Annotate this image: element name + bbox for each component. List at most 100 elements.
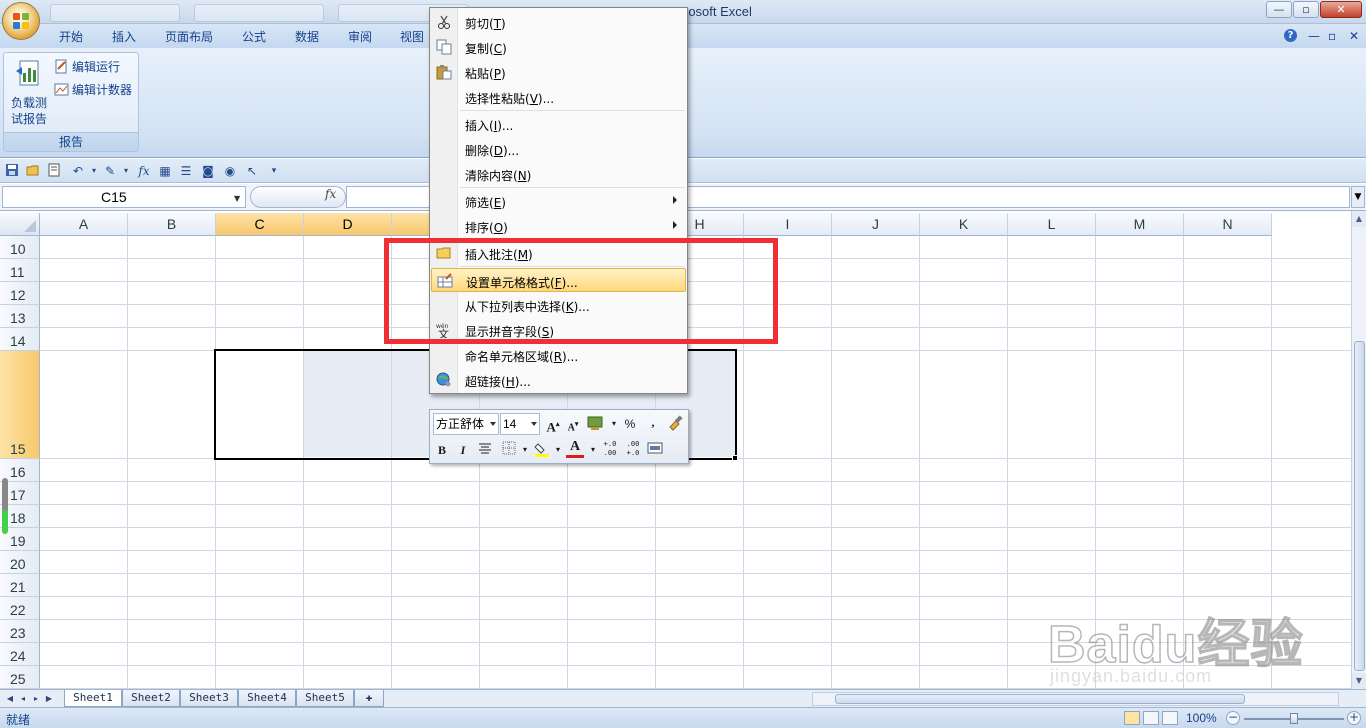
menu-item-paste-special[interactable]: 选择性粘贴(V)... <box>431 85 686 109</box>
sheet-tab-4[interactable]: Sheet4 <box>238 690 296 707</box>
row-header-12[interactable]: 12 <box>0 282 40 305</box>
menu-item-define-name[interactable]: 命名单元格区域(R)... <box>431 343 686 367</box>
column-header-b[interactable]: B <box>128 213 216 236</box>
column-header-a[interactable]: A <box>40 213 128 236</box>
column-header-j[interactable]: J <box>832 213 920 236</box>
menu-item-sort[interactable]: 排序(O) <box>431 214 686 238</box>
scroll-up-icon[interactable]: ▲ <box>1352 211 1366 227</box>
ribbon-minimize-button[interactable]: — <box>1308 29 1320 43</box>
insert-function-button[interactable]: fx <box>325 187 336 201</box>
sheet-tab-5[interactable]: Sheet5 <box>296 690 354 707</box>
camera-icon[interactable]: ◙ <box>200 163 216 179</box>
first-sheet-icon[interactable]: ◀ <box>4 692 16 705</box>
worksheet-grid[interactable] <box>40 236 1351 689</box>
horizontal-scrollbar[interactable] <box>812 692 1339 706</box>
menu-item-show-pinyin[interactable]: wén 文 显示拼音字段(S) <box>431 318 686 342</box>
font-name-select[interactable]: 方正舒体 <box>433 413 499 435</box>
column-header-m[interactable]: M <box>1096 213 1184 236</box>
tab-view[interactable]: 视图 <box>400 28 424 45</box>
center-align-icon[interactable] <box>476 441 494 459</box>
vertical-scroll-thumb[interactable] <box>1354 341 1365 671</box>
edit-run-button[interactable]: 编辑运行 <box>54 56 120 76</box>
decrease-decimal-button[interactable]: .00 +.0 <box>623 440 643 458</box>
menu-item-clear-contents[interactable]: 清除内容(N) <box>431 162 686 186</box>
minimize-button[interactable]: — <box>1266 1 1292 18</box>
undo-dropdown-icon[interactable]: ▾ <box>86 163 102 179</box>
expand-formula-bar-icon[interactable]: ▼ <box>1351 186 1365 208</box>
pointer-icon[interactable]: ↖ <box>244 163 260 179</box>
row-header-15[interactable]: 15 <box>0 351 40 459</box>
save-icon[interactable] <box>4 163 20 179</box>
normal-view-icon[interactable] <box>1124 711 1140 725</box>
percent-style-button[interactable]: % <box>621 415 639 433</box>
page-layout-view-icon[interactable] <box>1143 711 1159 725</box>
insert-sheet-icon[interactable]: ✚ <box>354 690 384 707</box>
sheet-tab-3[interactable]: Sheet3 <box>180 690 238 707</box>
last-sheet-icon[interactable]: ▶ <box>43 692 55 705</box>
menu-item-insert[interactable]: 插入(I)... <box>431 112 686 136</box>
customize-qat-icon[interactable]: ▾ <box>266 163 282 179</box>
column-header-d[interactable]: D <box>304 213 392 236</box>
load-test-report-button[interactable]: 负载测 试报告 <box>7 57 51 129</box>
menu-item-pick-from-list[interactable]: 从下拉列表中选择(K)... <box>431 293 686 317</box>
globe-icon[interactable]: ◉ <box>222 163 238 179</box>
sheet-tab-2[interactable]: Sheet2 <box>122 690 180 707</box>
accounting-format-icon[interactable] <box>587 415 605 433</box>
format-painter-icon[interactable] <box>666 415 684 433</box>
menu-item-cut[interactable]: 剪切(T) <box>431 10 686 34</box>
merge-center-icon[interactable] <box>646 441 664 459</box>
row-header-22[interactable]: 22 <box>0 597 40 620</box>
row-header-24[interactable]: 24 <box>0 643 40 666</box>
row-header-21[interactable]: 21 <box>0 574 40 597</box>
tab-page-layout[interactable]: 页面布局 <box>165 28 213 45</box>
tab-data[interactable]: 数据 <box>295 28 319 45</box>
ribbon-close-button[interactable]: ✕ <box>1349 29 1359 43</box>
menu-item-filter[interactable]: 筛选(E) <box>431 189 686 213</box>
zoom-level[interactable]: 100% <box>1186 711 1217 725</box>
edit-counter-button[interactable]: 编辑计数器 <box>54 79 132 99</box>
draw-border-dropdown-icon[interactable]: ▾ <box>118 163 134 179</box>
zoom-in-button[interactable]: + <box>1347 711 1361 725</box>
title-tab[interactable] <box>50 4 180 22</box>
borders-dropdown-icon[interactable]: ▾ <box>516 441 534 459</box>
tab-review[interactable]: 审阅 <box>348 28 372 45</box>
fill-color-dropdown-icon[interactable]: ▾ <box>549 441 567 459</box>
row-header-23[interactable]: 23 <box>0 620 40 643</box>
prev-sheet-icon[interactable]: ◂ <box>17 692 29 705</box>
row-header-13[interactable]: 13 <box>0 305 40 328</box>
menu-item-hyperlink[interactable]: 超链接(H)... <box>431 368 686 392</box>
zoom-out-button[interactable]: − <box>1226 711 1240 725</box>
name-box-dropdown-icon[interactable]: ▼ <box>234 194 240 203</box>
insert-function-icon[interactable]: fx <box>136 163 152 179</box>
next-sheet-icon[interactable]: ▸ <box>30 692 42 705</box>
increase-decimal-button[interactable]: +.0 .00 <box>600 440 620 458</box>
menu-item-delete[interactable]: 删除(D)... <box>431 137 686 161</box>
column-header-l[interactable]: L <box>1008 213 1096 236</box>
open-icon[interactable] <box>25 163 41 179</box>
draw-border-icon[interactable]: ✎ <box>102 163 118 179</box>
zoom-slider-thumb[interactable] <box>1290 713 1298 724</box>
row-header-10[interactable]: 10 <box>0 236 40 259</box>
column-header-k[interactable]: K <box>920 213 1008 236</box>
office-button[interactable] <box>2 2 40 40</box>
font-color-button[interactable]: A <box>566 439 584 458</box>
column-header-i[interactable]: I <box>744 213 832 236</box>
row-header-25[interactable]: 25 <box>0 666 40 689</box>
grid-icon[interactable]: ▦ <box>157 163 173 179</box>
shrink-font-button[interactable]: A▾ <box>564 415 582 433</box>
select-all-button[interactable] <box>0 213 40 236</box>
row-header-20[interactable]: 20 <box>0 551 40 574</box>
vertical-scrollbar[interactable]: ▲ ▼ <box>1351 211 1366 689</box>
column-header-c[interactable]: C <box>216 213 304 236</box>
tab-formulas[interactable]: 公式 <box>242 28 266 45</box>
font-size-select[interactable]: 14 <box>500 413 540 435</box>
menu-item-format-cells[interactable]: 设置单元格格式(F)... <box>431 268 686 292</box>
column-header-n[interactable]: N <box>1184 213 1272 236</box>
freeze-panes-icon[interactable]: ☰ <box>178 163 194 179</box>
undo-icon[interactable]: ↶ <box>70 163 86 179</box>
name-box[interactable]: C15 <box>2 186 246 208</box>
row-header-11[interactable]: 11 <box>0 259 40 282</box>
help-icon[interactable]: ? <box>1284 29 1297 42</box>
tab-home[interactable]: 开始 <box>59 28 83 45</box>
restore-button[interactable]: ▫ <box>1293 1 1319 18</box>
